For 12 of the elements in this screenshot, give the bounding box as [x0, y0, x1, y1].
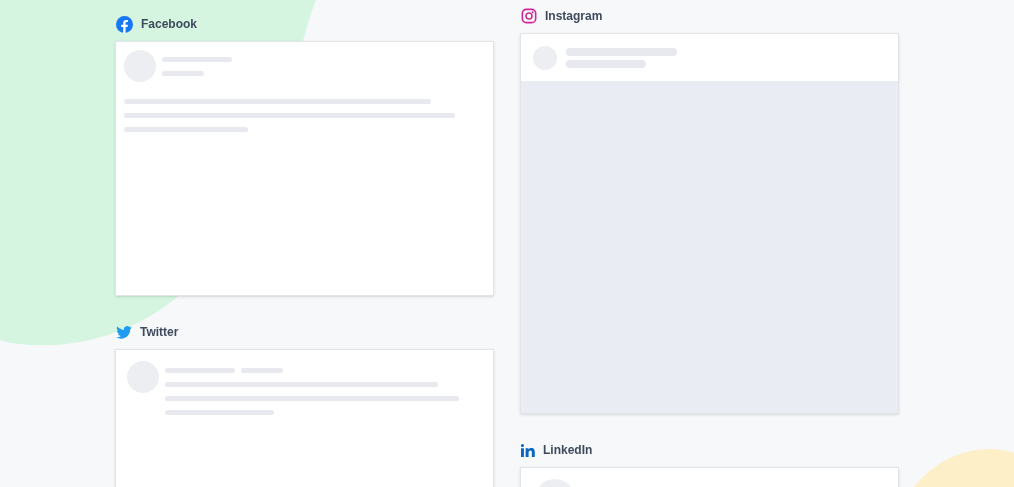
placeholder-bar: [241, 368, 283, 373]
facebook-icon: [116, 15, 133, 33]
placeholder-bar: [162, 57, 232, 62]
network-label: LinkedIn: [543, 442, 593, 459]
network-label: Facebook: [141, 16, 197, 33]
camera-icon: [521, 8, 537, 24]
linkedin-icon: [521, 443, 535, 457]
network-label: Twitter: [140, 324, 179, 341]
bird-icon: [116, 325, 132, 339]
network-label: Instagram: [545, 8, 603, 25]
placeholder-bar: [162, 71, 204, 76]
placeholder-bar: [165, 368, 235, 373]
